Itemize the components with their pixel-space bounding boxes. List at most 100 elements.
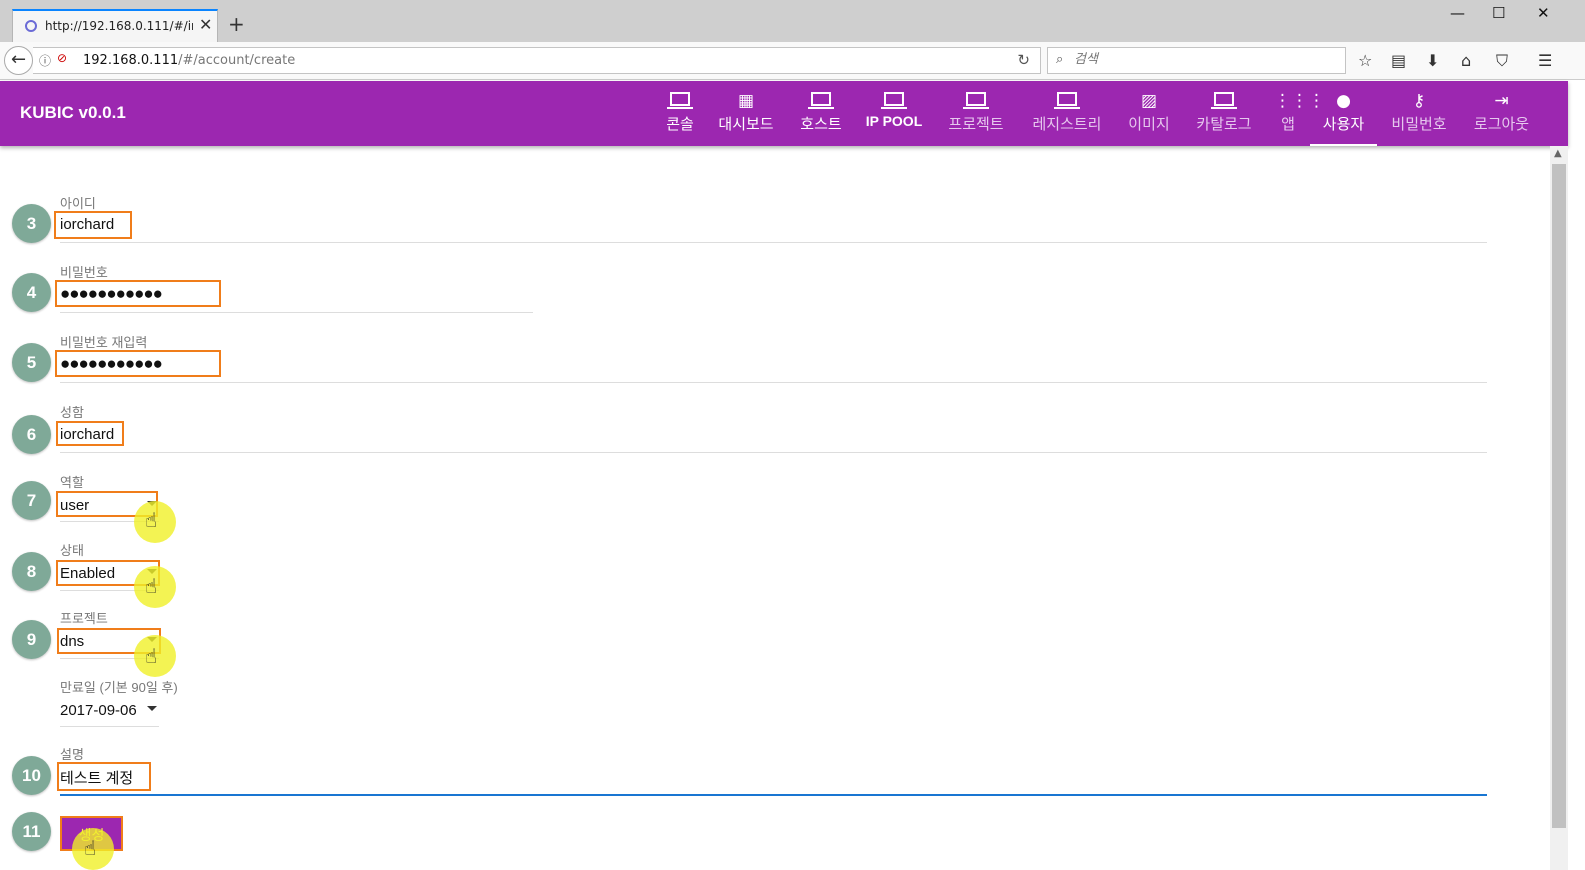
nav-dashboard[interactable]: ▦ 대시보드 xyxy=(713,81,779,146)
page-scrollbar[interactable]: ▲ xyxy=(1550,146,1568,870)
step-badge: 3 xyxy=(12,204,51,243)
reading-list-icon[interactable]: ▤ xyxy=(1391,51,1406,70)
hand-cursor-icon: ☝ xyxy=(84,836,97,860)
nav-ip-pool[interactable]: IP POOL xyxy=(863,81,925,146)
nav-logout[interactable]: ⇥ 로그아웃 xyxy=(1468,81,1535,146)
laptop-icon xyxy=(1191,91,1257,111)
laptop-icon xyxy=(942,91,1010,111)
nav-label: 카탈로그 xyxy=(1196,116,1252,133)
nav-label: 비밀번호 xyxy=(1391,116,1447,133)
expiry-label: 만료일 (기본 90일 후) xyxy=(60,680,178,695)
app-brand[interactable]: KUBIC v0.0.1 xyxy=(20,103,126,123)
hand-cursor-icon: ☝ xyxy=(145,508,158,532)
laptop-icon xyxy=(863,91,925,111)
password-confirm-input[interactable]: ●●●●●●●●●●● xyxy=(60,355,163,373)
menu-icon[interactable]: ☰ xyxy=(1538,51,1552,70)
status-select[interactable]: Enabled xyxy=(60,565,115,582)
role-label: 역할 xyxy=(60,475,84,490)
nav-label: IP POOL xyxy=(865,113,923,129)
scroll-thumb[interactable] xyxy=(1552,164,1566,828)
nav-catalog[interactable]: 카탈로그 xyxy=(1191,81,1257,146)
nav-images[interactable]: ▨ 이미지 xyxy=(1124,81,1174,146)
back-arrow-icon: ← xyxy=(10,49,27,70)
browser-tab[interactable]: http://192.168.0.111/#/imag ✕ xyxy=(12,9,218,42)
app-header: KUBIC v0.0.1 콘솔 ▦ 대시보드 호스트 IP POOL 프로젝트 … xyxy=(0,81,1568,146)
address-bar[interactable]: ⓘ ⊘ 192.168.0.111/#/account/create ↻ xyxy=(33,47,1041,74)
close-window-button[interactable]: ✕ xyxy=(1537,4,1550,22)
maximize-button[interactable]: ☐ xyxy=(1492,4,1505,22)
step-badge: 6 xyxy=(12,415,51,454)
name-underline xyxy=(60,452,1487,453)
username-input[interactable]: iorchard xyxy=(60,216,114,233)
description-input[interactable]: 테스트 계정 xyxy=(60,767,133,788)
nav-hosts[interactable]: 호스트 xyxy=(796,81,846,146)
apps-grid-icon: ⋮⋮⋮ xyxy=(1274,91,1325,111)
nav-label: 레지스트리 xyxy=(1032,116,1102,133)
browser-search-box[interactable]: ⌕ xyxy=(1047,47,1346,74)
site-info-icon[interactable]: ⓘ xyxy=(39,52,51,69)
step-badge: 7 xyxy=(12,481,51,520)
nav-console[interactable]: 콘솔 xyxy=(661,81,699,146)
tab-favicon-icon xyxy=(25,20,37,32)
insecure-lock-icon[interactable]: ⊘ xyxy=(57,51,67,65)
username-label: 아이디 xyxy=(60,196,96,211)
laptop-icon xyxy=(661,91,699,111)
step-badge: 5 xyxy=(12,343,51,382)
nav-label: 콘솔 xyxy=(666,116,694,133)
description-underline xyxy=(60,794,1487,796)
nav-registry[interactable]: 레지스트리 xyxy=(1026,81,1108,146)
back-button[interactable]: ← xyxy=(4,46,33,75)
name-input[interactable]: iorchard xyxy=(60,426,114,443)
nav-apps[interactable]: ⋮⋮⋮ 앱 xyxy=(1274,81,1325,146)
minimize-button[interactable]: — xyxy=(1450,4,1465,22)
nav-users[interactable]: ● 사용자 xyxy=(1310,81,1377,146)
browser-nav-bar: ← ⓘ ⊘ 192.168.0.111/#/account/create ↻ ⌕… xyxy=(0,42,1585,80)
nav-label: 사용자 xyxy=(1322,116,1365,133)
reload-icon[interactable]: ↻ xyxy=(1017,51,1030,69)
password-label: 비밀번호 xyxy=(60,265,108,280)
dashboard-icon: ▦ xyxy=(737,91,755,111)
home-icon[interactable]: ⌂ xyxy=(1461,51,1471,70)
new-tab-button[interactable]: + xyxy=(228,14,245,34)
url-text: 192.168.0.111/#/account/create xyxy=(83,53,295,68)
expiry-select[interactable]: 2017-09-06 xyxy=(60,702,137,719)
project-label: 프로젝트 xyxy=(60,611,108,626)
password-input[interactable]: ●●●●●●●●●●● xyxy=(60,285,163,303)
tab-close-icon[interactable]: ✕ xyxy=(199,15,212,34)
project-select[interactable]: dns xyxy=(60,633,84,650)
step-badge: 11 xyxy=(12,812,51,851)
hand-cursor-icon: ☝ xyxy=(145,644,158,668)
download-icon[interactable]: ⬇ xyxy=(1426,51,1439,70)
person-icon: ● xyxy=(1336,91,1351,111)
password-underline xyxy=(60,312,533,313)
star-icon[interactable]: ☆ xyxy=(1358,51,1372,70)
username-underline xyxy=(60,242,1487,243)
step-badge: 10 xyxy=(12,756,51,795)
nav-label: 대시보드 xyxy=(718,116,774,133)
laptop-icon xyxy=(796,91,846,111)
laptop-icon xyxy=(1026,91,1108,111)
step-badge: 9 xyxy=(12,620,51,659)
tab-title: http://192.168.0.111/#/imag xyxy=(45,19,193,33)
chevron-down-icon[interactable] xyxy=(147,706,157,711)
password-confirm-label: 비밀번호 재입력 xyxy=(60,335,148,350)
password-confirm-underline xyxy=(60,382,1487,383)
key-icon: ⚷ xyxy=(1412,91,1426,111)
scroll-up-icon[interactable]: ▲ xyxy=(1554,148,1562,159)
step-badge: 8 xyxy=(12,552,51,591)
nav-projects[interactable]: 프로젝트 xyxy=(942,81,1010,146)
pocket-icon[interactable]: ⛉ xyxy=(1496,51,1508,71)
nav-label: 로그아웃 xyxy=(1473,116,1530,133)
search-input[interactable] xyxy=(1074,52,1334,67)
nav-label: 호스트 xyxy=(800,116,842,133)
expiry-underline xyxy=(60,726,159,727)
description-label: 설명 xyxy=(60,747,84,762)
nav-label: 이미지 xyxy=(1128,116,1170,133)
nav-label: 앱 xyxy=(1281,116,1295,133)
nav-password[interactable]: ⚷ 비밀번호 xyxy=(1386,81,1452,146)
role-select[interactable]: user xyxy=(60,497,89,514)
hand-cursor-icon: ☝ xyxy=(145,574,158,598)
name-label: 성함 xyxy=(60,405,84,420)
image-icon: ▨ xyxy=(1140,91,1158,111)
search-icon: ⌕ xyxy=(1056,52,1064,67)
